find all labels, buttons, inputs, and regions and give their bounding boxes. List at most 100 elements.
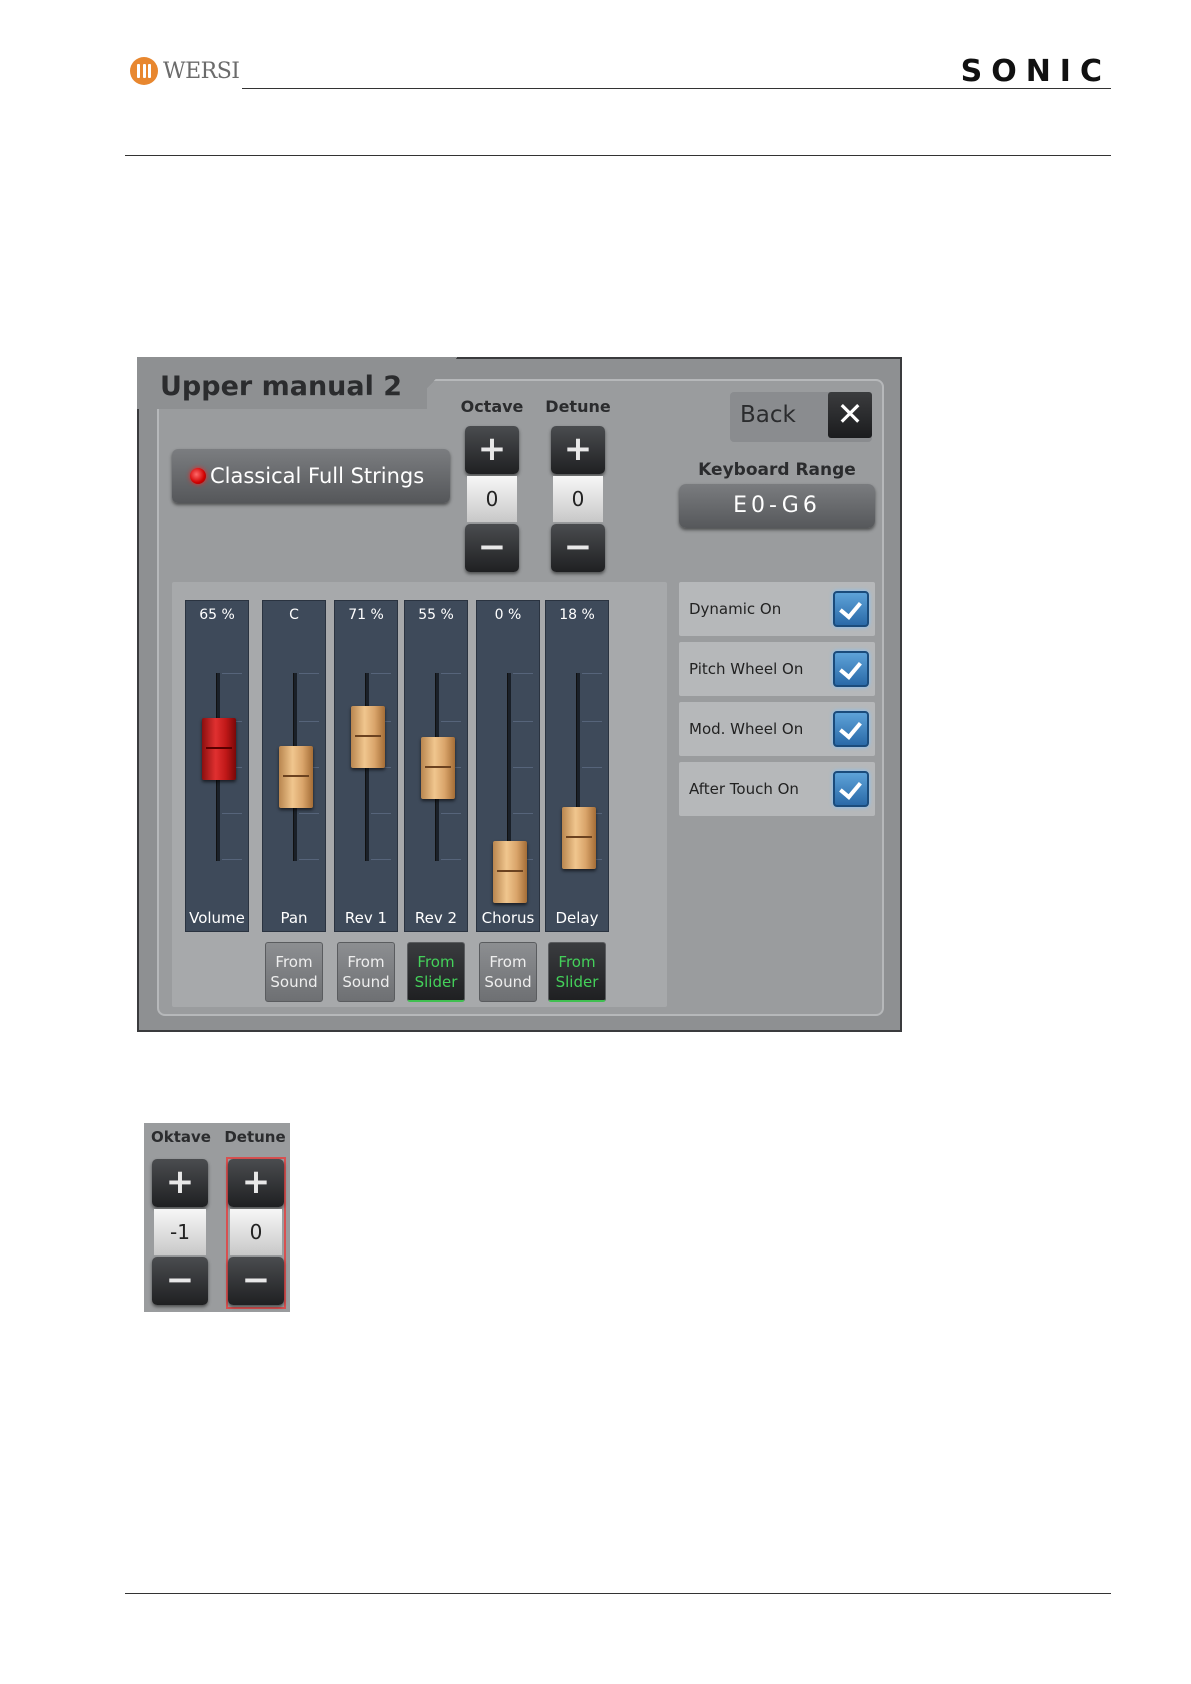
slider-gridline: [513, 813, 533, 814]
slider-gridline: [222, 673, 242, 674]
oktave-stepper: + -1 −: [152, 1159, 208, 1307]
slider-gridline: [299, 813, 319, 814]
checkbox-checked-icon[interactable]: [833, 711, 869, 747]
channel-volume: 65 % Volume: [185, 600, 249, 932]
oktave-value: -1: [154, 1209, 206, 1255]
channel-value: 55 %: [418, 607, 454, 623]
led-indicator-icon: [190, 468, 206, 484]
detune-minus-button[interactable]: −: [551, 524, 605, 572]
detune-minus-button-small[interactable]: −: [228, 1257, 284, 1305]
slider-gridline: [582, 673, 602, 674]
option-row[interactable]: Dynamic On: [679, 582, 875, 636]
oktave-label: Oktave: [151, 1128, 211, 1146]
slider-gridline: [299, 721, 319, 722]
channel-delay: 18 % Delay: [545, 600, 609, 932]
checkbox-checked-icon[interactable]: [833, 771, 869, 807]
option-row[interactable]: Pitch Wheel On: [679, 642, 875, 696]
slider-knob[interactable]: [202, 717, 236, 780]
channel-value: C: [289, 607, 299, 623]
slider-gridline: [371, 859, 391, 860]
slider-track: [507, 673, 511, 861]
source-button[interactable]: From Slider: [548, 942, 606, 1002]
oktave-minus-button[interactable]: −: [152, 1257, 208, 1305]
keyboard-range-button[interactable]: E0-G6: [679, 484, 875, 528]
channel-rev-1: 71 % Rev 1: [334, 600, 398, 932]
channel-value: 18 %: [559, 607, 595, 623]
channel-name: Delay: [555, 909, 599, 927]
octave-stepper: + 0 −: [465, 426, 519, 572]
detune-plus-button[interactable]: +: [551, 426, 605, 474]
slider-gridline: [513, 673, 533, 674]
slider-gridline: [441, 813, 461, 814]
page-divider-bottom: [125, 1593, 1111, 1594]
option-row[interactable]: Mod. Wheel On: [679, 702, 875, 756]
oktave-detune-detail: Oktave Detune + -1 − + 0 −: [144, 1123, 290, 1312]
channel-value: 71 %: [348, 607, 384, 623]
slider-gridline: [222, 813, 242, 814]
source-button[interactable]: From Slider: [407, 942, 465, 1002]
source-button[interactable]: From Sound: [479, 942, 537, 1002]
keyboard-range-label: Keyboard Range: [698, 460, 856, 480]
slider-gridline: [513, 721, 533, 722]
slider-gridline: [441, 673, 461, 674]
title-tab-bevel: [407, 357, 457, 409]
channel-name: Pan: [280, 909, 308, 927]
option-label: After Touch On: [689, 780, 799, 798]
checkbox-checked-icon[interactable]: [833, 651, 869, 687]
source-button[interactable]: From Sound: [265, 942, 323, 1002]
slider-gridline: [441, 721, 461, 722]
sonic-logo: SONIC: [960, 54, 1111, 89]
option-label: Mod. Wheel On: [689, 720, 804, 738]
wersi-logo-text: WERSI: [163, 58, 240, 84]
detune-plus-button-small[interactable]: +: [228, 1159, 284, 1207]
upper-manual-panel: Upper manual 2 Classical Full Strings Oc…: [137, 357, 902, 1032]
octave-label: Octave: [460, 397, 524, 416]
slider-gridline: [222, 859, 242, 860]
detune-value-small: 0: [230, 1209, 282, 1255]
slider-gridline: [371, 813, 391, 814]
channel-chorus: 0 % Chorus: [476, 600, 540, 932]
slider-gridline: [441, 859, 461, 860]
checkbox-checked-icon[interactable]: [833, 591, 869, 627]
option-row[interactable]: After Touch On: [679, 762, 875, 816]
detune-stepper: + 0 −: [551, 426, 605, 572]
wersi-logo: WERSI: [130, 56, 240, 86]
channel-value: 65 %: [199, 607, 235, 623]
channel-name: Rev 1: [344, 909, 388, 927]
slider-knob[interactable]: [351, 706, 385, 769]
wersi-logo-icon: [130, 57, 158, 85]
slider-knob[interactable]: [493, 841, 527, 903]
source-button[interactable]: From Sound: [337, 942, 395, 1002]
back-label: Back: [740, 402, 796, 428]
slider-gridline: [582, 721, 602, 722]
back-button[interactable]: Back ✕: [730, 392, 872, 442]
sound-name-label: Classical Full Strings: [210, 464, 425, 488]
channel-name: Rev 2: [414, 909, 458, 927]
slider-gridline: [582, 767, 602, 768]
detune-value: 0: [553, 476, 603, 522]
slider-gridline: [513, 767, 533, 768]
detune-label-small: Detune: [224, 1128, 286, 1146]
detune-stepper-small: + 0 −: [226, 1157, 286, 1309]
octave-value: 0: [467, 476, 517, 522]
channel-value: 0 %: [494, 607, 522, 623]
channel-name: Volume: [189, 909, 245, 927]
octave-plus-button[interactable]: +: [465, 426, 519, 474]
sound-select-button[interactable]: Classical Full Strings: [172, 449, 450, 503]
option-label: Dynamic On: [689, 600, 782, 618]
panel-title: Upper manual 2: [160, 371, 403, 402]
slider-gridline: [299, 673, 319, 674]
mixer-section: 65 % Volume C Pan From Sound 71 % Rev 1 From So…: [172, 582, 667, 1007]
slider-gridline: [371, 673, 391, 674]
option-label: Pitch Wheel On: [689, 660, 804, 678]
page-divider-top: [125, 155, 1111, 156]
octave-minus-button[interactable]: −: [465, 524, 519, 572]
channel-rev-2: 55 % Rev 2: [404, 600, 468, 932]
channel-pan: C Pan: [262, 600, 326, 932]
detune-label: Detune: [545, 397, 611, 416]
oktave-plus-button[interactable]: +: [152, 1159, 208, 1207]
close-icon[interactable]: ✕: [828, 392, 872, 438]
slider-knob[interactable]: [421, 736, 455, 799]
slider-knob[interactable]: [279, 746, 313, 808]
slider-knob[interactable]: [562, 806, 596, 869]
